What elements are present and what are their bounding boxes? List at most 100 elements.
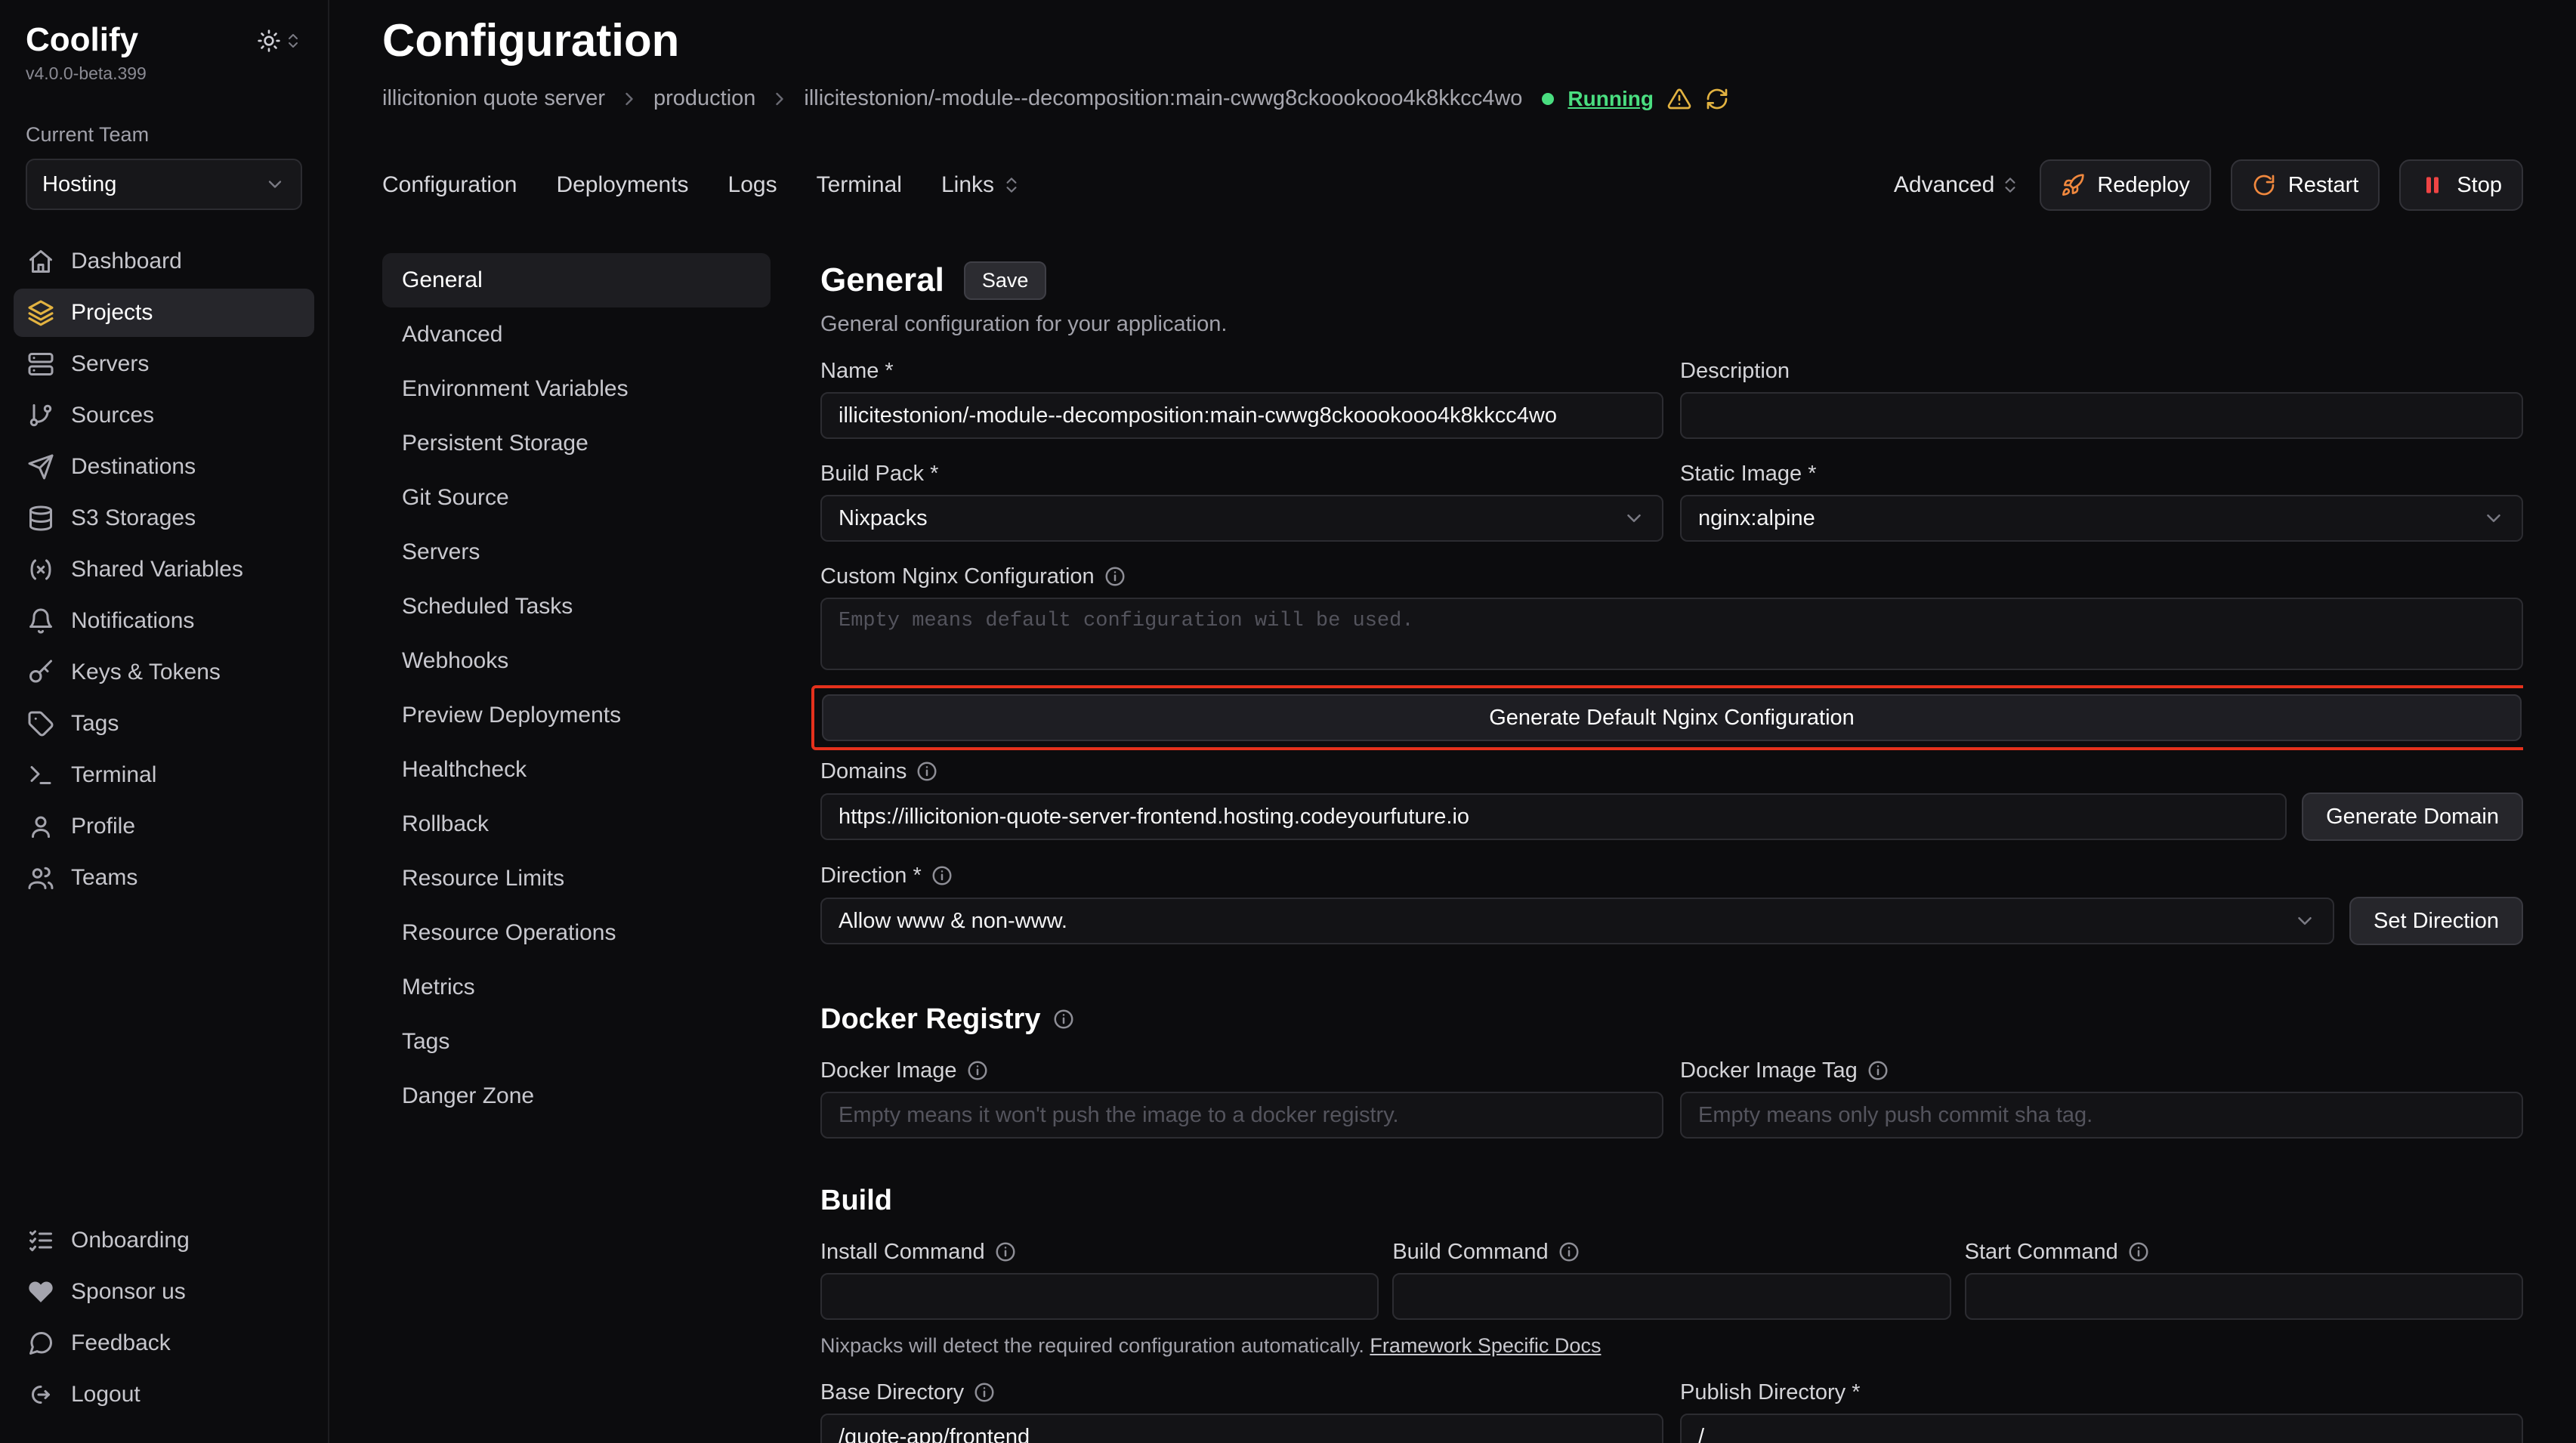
- breadcrumb-environment[interactable]: production: [653, 86, 755, 111]
- generate-nginx-config-button[interactable]: Generate Default Nginx Configuration: [822, 694, 2522, 741]
- subnav-item-servers[interactable]: Servers: [382, 525, 771, 579]
- subnav-item-healthcheck[interactable]: Healthcheck: [382, 743, 771, 797]
- sidebar-footer-nav: Onboarding Sponsor us Feedback Logout: [0, 1216, 328, 1419]
- stop-button[interactable]: Stop: [2399, 159, 2523, 211]
- nginx-config-textarea[interactable]: [820, 598, 2523, 670]
- docker-image-tag-input[interactable]: [1680, 1092, 2523, 1139]
- start-command-label: Start Command: [1965, 1238, 2118, 1265]
- info-icon[interactable]: [931, 864, 953, 887]
- sidebar-item-onboarding[interactable]: Onboarding: [14, 1216, 314, 1265]
- build-pack-select[interactable]: Nixpacks: [820, 495, 1663, 542]
- sidebar-item-sponsor-us[interactable]: Sponsor us: [14, 1268, 314, 1316]
- sidebar-item-keys-tokens[interactable]: Keys & Tokens: [14, 648, 314, 697]
- subnav-item-advanced[interactable]: Advanced: [382, 307, 771, 362]
- info-icon[interactable]: [1104, 565, 1126, 588]
- publish-directory-input[interactable]: [1680, 1414, 2523, 1443]
- advanced-label: Advanced: [1894, 172, 1994, 198]
- info-icon[interactable]: [966, 1059, 989, 1082]
- generate-domain-button[interactable]: Generate Domain: [2302, 793, 2523, 841]
- refresh-status-icon[interactable]: [1705, 87, 1729, 111]
- set-direction-button[interactable]: Set Direction: [2349, 897, 2523, 945]
- info-icon[interactable]: [1052, 1008, 1075, 1030]
- breadcrumb-application[interactable]: illicitestonion/-module--decomposition:m…: [804, 86, 1522, 111]
- subnav-item-preview-deployments[interactable]: Preview Deployments: [382, 688, 771, 743]
- subnav-item-resource-limits[interactable]: Resource Limits: [382, 851, 771, 906]
- team-select[interactable]: Hosting: [26, 159, 302, 210]
- redeploy-button[interactable]: Redeploy: [2040, 159, 2211, 211]
- sidebar-item-servers[interactable]: Servers: [14, 340, 314, 388]
- install-command-input[interactable]: [820, 1273, 1379, 1320]
- start-command-input[interactable]: [1965, 1273, 2523, 1320]
- sidebar-item-tags[interactable]: Tags: [14, 700, 314, 748]
- sidebar-item-logout[interactable]: Logout: [14, 1370, 314, 1419]
- content-area: General Advanced Environment Variables P…: [382, 253, 2523, 1443]
- tag-icon: [27, 710, 54, 737]
- build-heading: Build: [820, 1185, 892, 1217]
- framework-docs-link[interactable]: Framework Specific Docs: [1370, 1334, 1601, 1357]
- sidebar-item-shared-variables[interactable]: Shared Variables: [14, 545, 314, 594]
- sidebar-item-label: Terminal: [71, 762, 156, 788]
- name-input[interactable]: [820, 392, 1663, 439]
- subnav-item-metrics[interactable]: Metrics: [382, 960, 771, 1015]
- restart-button[interactable]: Restart: [2231, 159, 2380, 211]
- info-icon[interactable]: [973, 1381, 996, 1404]
- static-image-select[interactable]: nginx:alpine: [1680, 495, 2523, 542]
- direction-select[interactable]: Allow www & non-www.: [820, 898, 2334, 944]
- breadcrumb-project[interactable]: illicitonion quote server: [382, 86, 605, 111]
- info-icon[interactable]: [916, 760, 938, 783]
- subnav-item-webhooks[interactable]: Webhooks: [382, 634, 771, 688]
- sidebar-item-notifications[interactable]: Notifications: [14, 597, 314, 645]
- description-input[interactable]: [1680, 392, 2523, 439]
- static-image-label: Static Image *: [1680, 460, 2523, 487]
- sidebar-item-s3-storages[interactable]: S3 Storages: [14, 494, 314, 542]
- tab-links[interactable]: Links: [941, 172, 1021, 198]
- tab-label: Logs: [728, 172, 777, 198]
- subnav-item-danger-zone[interactable]: Danger Zone: [382, 1069, 771, 1123]
- status-link[interactable]: Running: [1568, 87, 1654, 111]
- sidebar-item-terminal[interactable]: Terminal: [14, 751, 314, 799]
- sidebar-item-teams[interactable]: Teams: [14, 854, 314, 902]
- sidebar-item-destinations[interactable]: Destinations: [14, 443, 314, 491]
- domains-input[interactable]: [820, 793, 2287, 840]
- info-icon[interactable]: [994, 1241, 1017, 1263]
- tab-deployments[interactable]: Deployments: [556, 172, 688, 198]
- sidebar-item-label: Tags: [71, 711, 119, 737]
- warning-icon[interactable]: [1667, 87, 1691, 111]
- bell-icon: [27, 607, 54, 635]
- rocket-icon: [2061, 173, 2085, 197]
- subnav-item-environment-variables[interactable]: Environment Variables: [382, 362, 771, 416]
- tab-configuration[interactable]: Configuration: [382, 172, 517, 198]
- settings-subnav: General Advanced Environment Variables P…: [382, 253, 771, 1443]
- sidebar-item-projects[interactable]: Projects: [14, 289, 314, 337]
- theme-switcher[interactable]: [257, 29, 302, 53]
- subnav-item-tags[interactable]: Tags: [382, 1015, 771, 1069]
- sidebar-item-dashboard[interactable]: Dashboard: [14, 237, 314, 286]
- subnav-item-general[interactable]: General: [382, 253, 771, 307]
- sidebar-item-label: Notifications: [71, 608, 194, 634]
- info-icon[interactable]: [1867, 1059, 1889, 1082]
- docker-image-input[interactable]: [820, 1092, 1663, 1139]
- chevrons-up-down-icon: [2000, 175, 2020, 195]
- sidebar-item-profile[interactable]: Profile: [14, 802, 314, 851]
- sidebar-item-sources[interactable]: Sources: [14, 391, 314, 440]
- subnav-item-scheduled-tasks[interactable]: Scheduled Tasks: [382, 579, 771, 634]
- info-icon[interactable]: [1558, 1241, 1580, 1263]
- message-icon: [27, 1330, 54, 1357]
- subnav-item-persistent-storage[interactable]: Persistent Storage: [382, 416, 771, 471]
- sidebar: Coolify v4.0.0-beta.399 Current Team Hos…: [0, 0, 329, 1443]
- sidebar-item-feedback[interactable]: Feedback: [14, 1319, 314, 1367]
- subnav-item-resource-operations[interactable]: Resource Operations: [382, 906, 771, 960]
- restart-label: Restart: [2288, 173, 2358, 198]
- subnav-item-rollback[interactable]: Rollback: [382, 797, 771, 851]
- save-button[interactable]: Save: [964, 261, 1047, 300]
- info-icon[interactable]: [2127, 1241, 2150, 1263]
- general-heading: General: [820, 261, 944, 299]
- tab-logs[interactable]: Logs: [728, 172, 777, 198]
- base-directory-input[interactable]: [820, 1414, 1663, 1443]
- advanced-menu[interactable]: Advanced: [1894, 172, 2020, 198]
- build-command-input[interactable]: [1392, 1273, 1951, 1320]
- docker-registry-heading: Docker Registry: [820, 1003, 1040, 1036]
- tab-label: Deployments: [556, 172, 688, 198]
- subnav-item-git-source[interactable]: Git Source: [382, 471, 771, 525]
- tab-terminal[interactable]: Terminal: [817, 172, 902, 198]
